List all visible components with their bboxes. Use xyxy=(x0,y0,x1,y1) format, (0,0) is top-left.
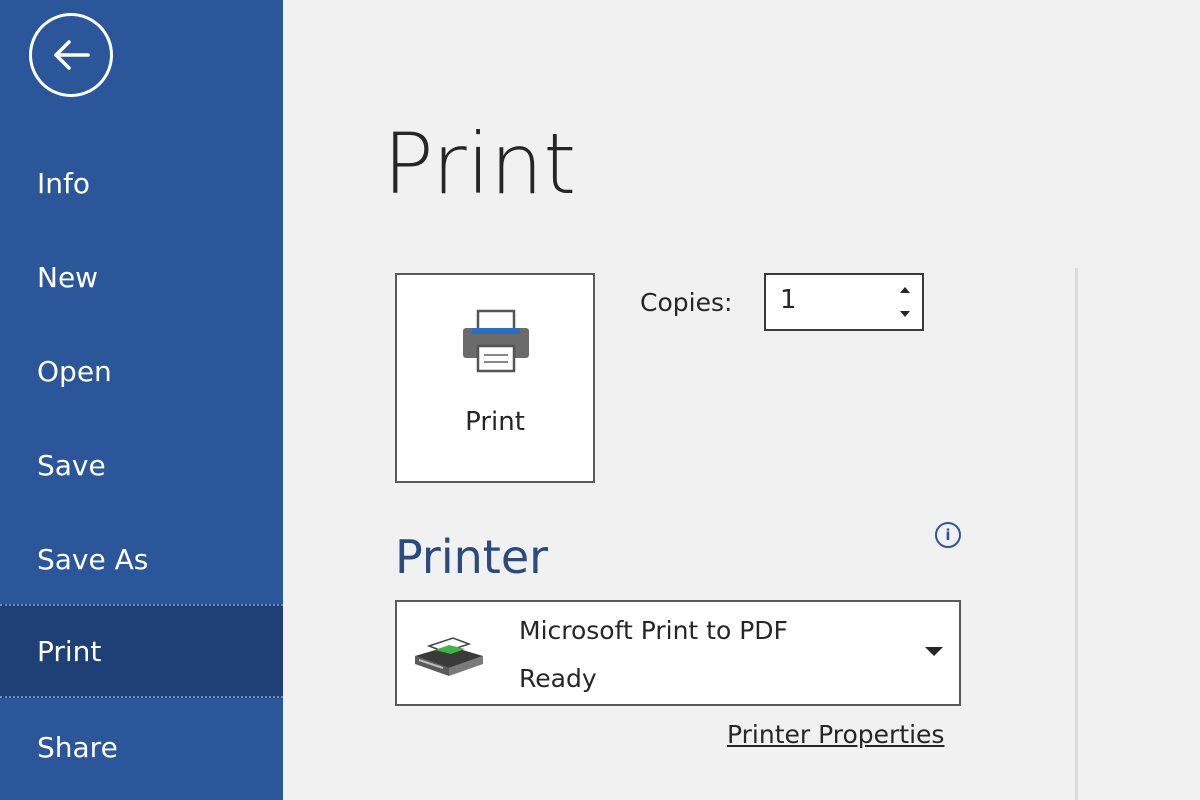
printer-dropdown[interactable]: Microsoft Print to PDF Ready xyxy=(395,600,961,706)
sidebar-item-save-as[interactable]: Save As xyxy=(0,512,283,606)
sidebar-item-label: Save xyxy=(37,448,106,482)
printer-status: Ready xyxy=(519,664,597,693)
printer-heading: Printer xyxy=(395,530,549,584)
printer-properties-link[interactable]: Printer Properties xyxy=(727,720,944,749)
sidebar-item-print[interactable]: Print xyxy=(0,604,283,698)
sidebar-item-label: Open xyxy=(37,354,112,388)
info-icon[interactable]: i xyxy=(935,522,961,548)
backstage-sidebar: Info New Open Save Save As Print Share xyxy=(0,0,283,800)
copies-stepper[interactable]: 1 xyxy=(764,273,924,331)
sidebar-item-label: Print xyxy=(37,634,102,668)
backstage-view: Info New Open Save Save As Print Share P… xyxy=(0,0,1200,800)
back-arrow-icon xyxy=(54,40,90,70)
print-pane: Print Print Copies: 1 Printer i Microsof… xyxy=(283,0,1200,800)
print-button[interactable]: Print xyxy=(395,273,595,483)
spin-down-icon[interactable] xyxy=(898,307,912,321)
back-button[interactable] xyxy=(29,13,113,97)
sidebar-item-info[interactable]: Info xyxy=(0,136,283,230)
copies-value[interactable]: 1 xyxy=(780,285,797,315)
sidebar-item-save[interactable]: Save xyxy=(0,418,283,512)
sidebar-item-share[interactable]: Share xyxy=(0,700,283,794)
printer-device-icon xyxy=(415,637,483,676)
pane-divider xyxy=(1075,268,1078,800)
chevron-down-icon xyxy=(925,647,943,656)
sidebar-item-open[interactable]: Open xyxy=(0,324,283,418)
print-button-label: Print xyxy=(465,407,525,437)
page-title: Print xyxy=(383,115,577,213)
printer-name: Microsoft Print to PDF xyxy=(519,616,788,645)
spin-up-icon[interactable] xyxy=(898,283,912,297)
printer-icon xyxy=(463,309,529,373)
sidebar-item-new[interactable]: New xyxy=(0,230,283,324)
sidebar-item-label: Save As xyxy=(37,542,149,576)
sidebar-item-label: New xyxy=(37,260,99,294)
sidebar-item-label: Share xyxy=(37,730,118,764)
copies-label: Copies: xyxy=(640,288,733,317)
sidebar-item-label: Info xyxy=(37,166,90,200)
